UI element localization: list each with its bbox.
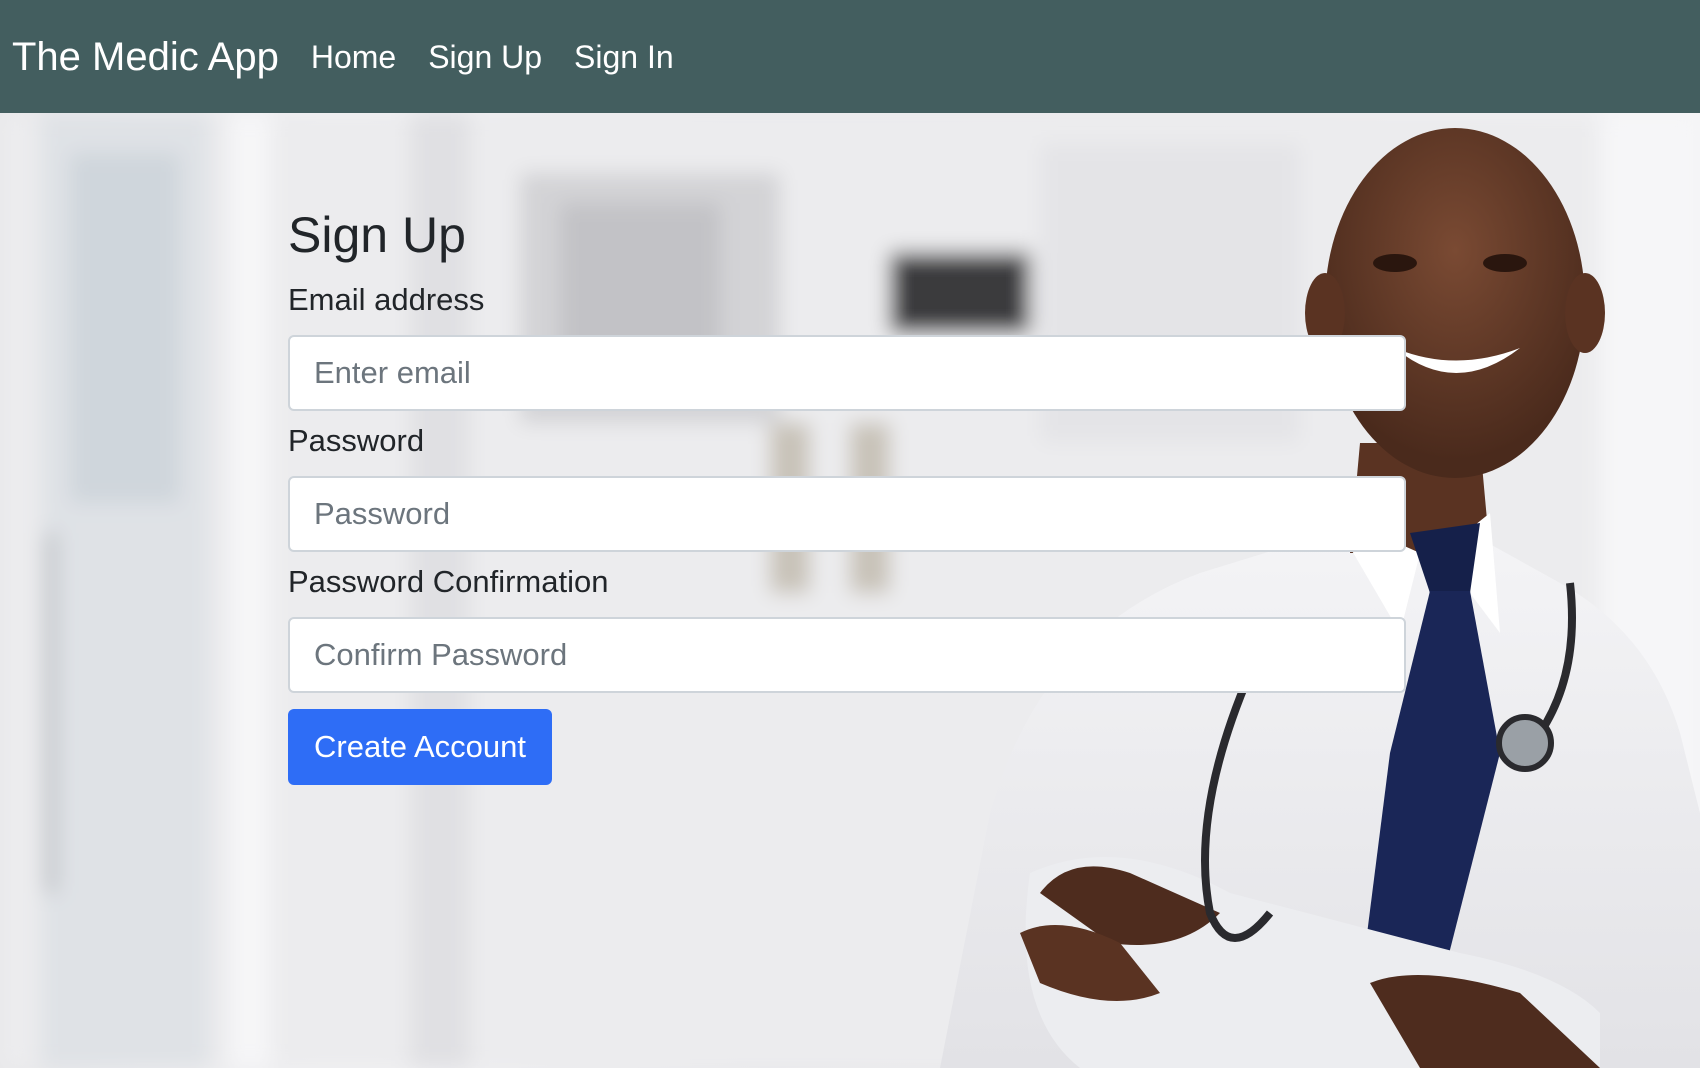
form-title: Sign Up: [288, 207, 466, 263]
email-label: Email address: [288, 282, 485, 317]
navbar: The Medic App Home Sign Up Sign In: [0, 0, 1700, 113]
password-confirmation-label: Password Confirmation: [288, 564, 609, 599]
page: The Medic App Home Sign Up Sign In Sign …: [0, 0, 1700, 1068]
password-field[interactable]: [288, 476, 1406, 552]
email-field[interactable]: [288, 335, 1406, 411]
create-account-button[interactable]: Create Account: [288, 709, 552, 785]
nav-link-sign-up[interactable]: Sign Up: [428, 41, 542, 73]
nav-link-sign-in[interactable]: Sign In: [574, 41, 674, 73]
password-confirmation-field[interactable]: [288, 617, 1406, 693]
password-label: Password: [288, 423, 425, 458]
sign-up-form: Sign Up Email address Password Password …: [288, 210, 1406, 785]
brand-logo[interactable]: The Medic App: [12, 37, 279, 77]
nav-link-home[interactable]: Home: [311, 41, 396, 73]
